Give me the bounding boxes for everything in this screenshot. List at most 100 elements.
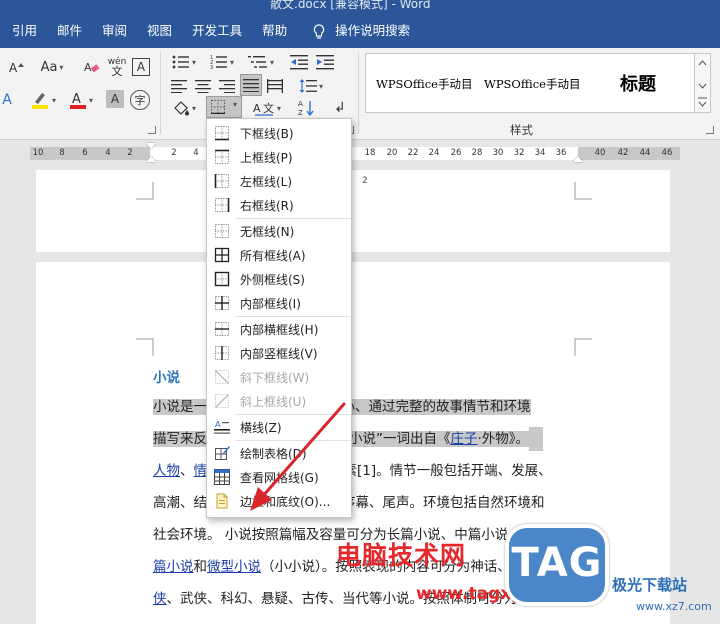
align-center-icon[interactable] bbox=[192, 76, 214, 96]
tell-me-search[interactable]: 操作说明搜索 bbox=[327, 14, 410, 48]
font-color-button[interactable]: A ▾ bbox=[66, 90, 96, 110]
left-border-icon bbox=[214, 174, 229, 188]
justify-icon[interactable] bbox=[240, 74, 262, 96]
text-effects-icon[interactable]: A bbox=[0, 90, 14, 110]
menu-item-left-border[interactable]: 左框线(L) bbox=[207, 169, 351, 193]
watermark-text: 电脑技术网 bbox=[336, 541, 467, 570]
svg-text:A: A bbox=[9, 61, 18, 75]
crop-mark bbox=[574, 338, 592, 356]
hyperlink[interactable]: 人物 bbox=[153, 463, 180, 479]
menu-item-label: 斜下框线(W) bbox=[240, 371, 310, 385]
hyperlink[interactable]: 微型小说 bbox=[207, 559, 261, 575]
selected-text: 描写来反 bbox=[153, 431, 207, 447]
line-spacing-button[interactable]: ▾ bbox=[294, 76, 328, 96]
character-border-icon[interactable]: A bbox=[132, 58, 150, 76]
style-item-heading[interactable]: 标题 bbox=[620, 70, 656, 96]
decrease-indent-icon[interactable] bbox=[288, 52, 310, 72]
menu-item-label: 所有框线(A) bbox=[240, 249, 306, 263]
tab-review[interactable]: 审阅 bbox=[92, 14, 137, 48]
tab-mailings[interactable]: 邮件 bbox=[47, 14, 92, 48]
style-item-wps-toc-2[interactable]: WPSOffice手动目 bbox=[484, 76, 580, 92]
increase-indent-icon[interactable] bbox=[314, 52, 336, 72]
horizontal-ruler[interactable]: 10 8 6 4 2 2 4 6 8 10 12 14 16 18 20 22 … bbox=[0, 140, 720, 170]
top-border-icon bbox=[215, 149, 229, 164]
ruler-tick: 24 bbox=[428, 148, 440, 158]
distributed-align-icon[interactable] bbox=[264, 76, 286, 96]
character-shading-icon[interactable]: A bbox=[106, 90, 124, 108]
ruler-tick: 20 bbox=[386, 148, 398, 158]
font-dialog-launcher[interactable] bbox=[148, 126, 156, 134]
first-line-indent-marker[interactable] bbox=[146, 143, 156, 149]
menu-item-no-border[interactable]: 无框线(N) bbox=[207, 219, 351, 243]
menu-item-outside-borders[interactable]: 外侧框线(S) bbox=[207, 267, 351, 291]
styles-gallery-scroll[interactable] bbox=[695, 53, 711, 113]
enclose-characters-icon[interactable]: 字 bbox=[130, 90, 150, 110]
no-border-icon bbox=[215, 224, 229, 238]
diagonal-down-border-icon bbox=[215, 370, 229, 384]
borders-button[interactable]: ▾ bbox=[206, 96, 242, 118]
menu-item-bottom-border[interactable]: 下框线(B) bbox=[207, 121, 351, 145]
shading-button[interactable]: ▾ bbox=[168, 98, 200, 118]
menu-item-inside-horizontal-border[interactable]: 内部横框线(H) bbox=[207, 317, 351, 341]
menu-item-borders-and-shading[interactable]: 边框和底纹(O)... bbox=[207, 489, 351, 513]
menu-item-inside-vertical-border[interactable]: 内部竖框线(V) bbox=[207, 341, 351, 365]
style-item-wps-toc-1[interactable]: WPSOffice手动目 bbox=[376, 76, 472, 92]
change-case-button[interactable]: Aa ▾ bbox=[36, 58, 68, 76]
asian-layout-button[interactable]: A 文 ▾ bbox=[250, 98, 284, 118]
ruler-tick: 2 bbox=[171, 148, 177, 158]
inside-horizontal-border-icon bbox=[215, 322, 229, 336]
borders-shading-icon bbox=[216, 493, 228, 509]
highlight-color-button[interactable]: ▾ bbox=[28, 90, 58, 110]
styles-dialog-launcher[interactable] bbox=[706, 126, 714, 134]
phonetic-guide-icon[interactable]: wén 文 bbox=[106, 56, 128, 78]
hyperlink[interactable]: 庄子 bbox=[450, 431, 478, 447]
styles-group-label: 样式 bbox=[510, 123, 533, 137]
ruler-tick: 30 bbox=[492, 148, 504, 158]
tab-references[interactable]: 引用 bbox=[0, 14, 47, 48]
menu-item-diagonal-up-border: 斜上框线(U) bbox=[207, 389, 351, 413]
watermark-site-name: 极光下载站 bbox=[612, 576, 688, 594]
multilevel-list-button[interactable]: ▾ bbox=[244, 52, 278, 72]
hyperlink[interactable]: 侠 bbox=[153, 591, 167, 607]
menu-item-label: 右框线(R) bbox=[240, 199, 294, 213]
group-separator bbox=[358, 52, 359, 134]
menu-item-top-border[interactable]: 上框线(P) bbox=[207, 145, 351, 169]
menu-item-label: 内部横框线(H) bbox=[240, 323, 319, 337]
view-gridlines-icon bbox=[214, 469, 230, 485]
shrink-font-icon[interactable]: A bbox=[6, 58, 28, 76]
menu-item-all-borders[interactable]: 所有框线(A) bbox=[207, 243, 351, 267]
lightbulb-icon bbox=[313, 14, 327, 48]
show-formatting-marks-icon[interactable]: ↲ bbox=[330, 98, 350, 118]
outside-borders-icon bbox=[214, 271, 230, 287]
document-heading[interactable]: 小说 bbox=[153, 366, 180, 386]
tab-help[interactable]: 帮助 bbox=[252, 14, 297, 48]
menu-item-view-gridlines[interactable]: 查看网格线(G) bbox=[207, 465, 351, 489]
menu-item-inside-borders[interactable]: 内部框线(I) bbox=[207, 291, 351, 315]
selected-text: 中心、通过完整的故事情节和环境 bbox=[328, 399, 531, 415]
crop-mark bbox=[136, 182, 154, 200]
hyperlink[interactable]: 情 bbox=[194, 463, 208, 479]
menu-item-label: 斜上框线(U) bbox=[240, 395, 307, 409]
ruler-tick: 32 bbox=[513, 148, 525, 158]
right-indent-marker[interactable] bbox=[573, 156, 583, 162]
ruler-tick: 10 bbox=[32, 148, 44, 158]
svg-text:A: A bbox=[84, 61, 92, 74]
svg-text:A: A bbox=[253, 102, 261, 115]
hanging-indent-marker[interactable] bbox=[146, 156, 156, 162]
numbering-button[interactable]: 1 2 3 ▾ bbox=[206, 52, 238, 72]
align-right-icon[interactable] bbox=[216, 76, 238, 96]
bullets-button[interactable]: ▾ bbox=[168, 52, 200, 72]
tab-view[interactable]: 视图 bbox=[137, 14, 182, 48]
align-left-icon[interactable] bbox=[168, 76, 190, 96]
menu-item-draw-table[interactable]: 绘制表格(D) bbox=[207, 441, 351, 465]
ruler-tick: 26 bbox=[450, 148, 462, 158]
hyperlink[interactable]: 篇小说 bbox=[153, 559, 194, 575]
menu-item-right-border[interactable]: 右框线(R) bbox=[207, 193, 351, 217]
tab-developer[interactable]: 开发工具 bbox=[182, 14, 252, 48]
clear-formatting-icon[interactable]: A bbox=[82, 58, 102, 76]
document-page: 2 bbox=[36, 170, 670, 252]
svg-text:Z: Z bbox=[298, 109, 303, 117]
page-marker: 2 bbox=[362, 176, 368, 186]
menu-item-horizontal-line[interactable]: A 横线(Z) bbox=[207, 415, 351, 439]
sort-icon[interactable]: AZ bbox=[296, 98, 318, 118]
